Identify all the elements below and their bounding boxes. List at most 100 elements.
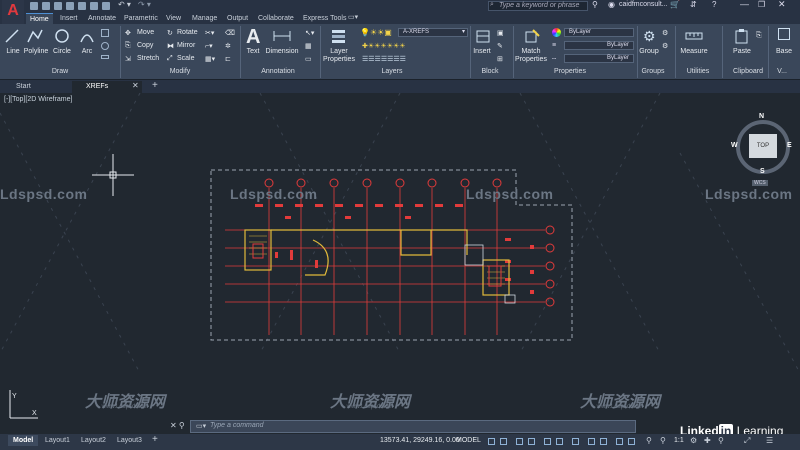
line-icon[interactable]: [4, 28, 20, 44]
create-block-icon[interactable]: ▣: [497, 29, 504, 37]
ortho-icon[interactable]: [516, 438, 523, 445]
block-panel-label[interactable]: Block: [475, 68, 505, 78]
user-icon[interactable]: ◉: [608, 0, 615, 9]
annotation-visibility-icon[interactable]: ⚲: [660, 436, 666, 445]
table-icon[interactable]: ▦: [305, 42, 312, 50]
view-panel-label[interactable]: V...: [772, 68, 792, 78]
redo-icon[interactable]: ↷ ▾: [138, 0, 151, 9]
insert-label[interactable]: Insert: [470, 48, 494, 55]
leader-icon[interactable]: ↖▾: [305, 29, 314, 37]
properties-panel-label[interactable]: Properties: [550, 68, 590, 78]
units-icon[interactable]: ⚲: [718, 436, 724, 445]
close-icon[interactable]: ✕: [778, 0, 786, 10]
array-icon[interactable]: ▦▾: [205, 55, 215, 63]
group-label[interactable]: Group: [637, 48, 661, 55]
measure-label[interactable]: Measure: [678, 48, 710, 55]
edit-block-icon[interactable]: ✎: [497, 42, 503, 50]
cart-icon[interactable]: 🛒: [670, 0, 680, 9]
layer-state-icons[interactable]: 💡☀☀▣: [360, 28, 392, 37]
viewcube-north[interactable]: N: [759, 113, 764, 120]
offset-icon[interactable]: ⊏: [225, 55, 231, 63]
color-dropdown[interactable]: ByLayer: [564, 28, 634, 37]
open-icon[interactable]: [42, 2, 50, 10]
clipboard-panel-label[interactable]: Clipboard: [728, 68, 768, 78]
layer-tools-row2[interactable]: ☰☰☰☰☰☰☰: [362, 55, 406, 63]
coordinates-readout[interactable]: 13573.41, 29249.16, 0.00: [380, 437, 460, 444]
help-icon[interactable]: ?: [712, 0, 716, 9]
match-properties-icon[interactable]: [523, 28, 541, 44]
layout-tab-layout3[interactable]: Layout3: [112, 435, 147, 446]
color-icon[interactable]: [552, 28, 561, 37]
polyline-icon[interactable]: [27, 28, 43, 44]
selection-cycle-icon[interactable]: [616, 438, 623, 445]
layers-panel-label[interactable]: Layers: [372, 68, 412, 78]
layout-tab-layout1[interactable]: Layout1: [40, 435, 75, 446]
command-input[interactable]: Type a command: [210, 422, 264, 429]
share-icon[interactable]: ⇵: [690, 0, 697, 9]
binoculars-icon[interactable]: ⚲: [592, 0, 598, 9]
tab-output[interactable]: Output: [223, 13, 252, 24]
fillet-icon[interactable]: ⌐▾: [205, 42, 213, 50]
group-edit-icon[interactable]: ⚙: [662, 42, 668, 50]
stretch-tool[interactable]: Stretch: [137, 55, 159, 62]
dynamic-ucs-icon[interactable]: [628, 438, 635, 445]
wcs-menu[interactable]: WCS: [752, 180, 768, 186]
app-logo[interactable]: A: [2, 0, 24, 24]
new-tab-icon[interactable]: +: [152, 80, 158, 91]
annotation-scale-value[interactable]: 1:1: [674, 437, 684, 444]
insert-block-icon[interactable]: [474, 28, 492, 44]
grid-icon[interactable]: [488, 438, 495, 445]
tab-home[interactable]: Home: [26, 13, 53, 24]
viewcube-top-face[interactable]: TOP: [749, 134, 777, 158]
circle-tool-label[interactable]: Circle: [51, 48, 73, 55]
cloud-icon[interactable]: [90, 2, 98, 10]
circle-icon[interactable]: [54, 28, 70, 44]
copy-clip-icon[interactable]: ⎘: [756, 32, 762, 40]
mirror-tool[interactable]: Mirror: [177, 42, 195, 49]
copy-tool[interactable]: Copy: [137, 42, 153, 49]
plot-icon[interactable]: [102, 2, 110, 10]
undo-icon[interactable]: ↶ ▾: [118, 0, 131, 9]
layer-dropdown[interactable]: A-XREFS: [398, 28, 468, 37]
markup-icon[interactable]: ▭: [305, 55, 312, 63]
tab-express-tools[interactable]: Express Tools: [299, 13, 350, 24]
viewcube-west[interactable]: W: [731, 142, 738, 149]
web-save-icon[interactable]: [78, 2, 86, 10]
tab-parametric[interactable]: Parametric: [120, 13, 162, 24]
add-layout-icon[interactable]: +: [152, 434, 158, 445]
attribute-icon[interactable]: ⊞: [497, 55, 503, 63]
search-input[interactable]: Type a keyword or phrase: [488, 1, 588, 11]
snap-icon[interactable]: [500, 438, 507, 445]
layout-tab-layout2[interactable]: Layout2: [76, 435, 111, 446]
viewcube-south[interactable]: S: [760, 168, 765, 175]
ribbon-options-icon[interactable]: ▭▾: [348, 13, 358, 21]
minimize-icon[interactable]: —: [740, 0, 749, 9]
text-tool-label[interactable]: Text: [243, 48, 263, 55]
annotation-scale-icon[interactable]: ⚲: [646, 436, 652, 445]
move-tool[interactable]: Move: [137, 29, 154, 36]
paste-label[interactable]: Paste: [730, 48, 754, 55]
base-label[interactable]: Base: [772, 48, 796, 55]
paste-icon[interactable]: [735, 28, 749, 44]
rectangle-icon[interactable]: [101, 29, 109, 37]
layout-tab-model[interactable]: Model: [8, 435, 39, 446]
lineweight-toggle-icon[interactable]: [588, 438, 595, 445]
tab-view[interactable]: View: [162, 13, 185, 24]
arc-icon[interactable]: [79, 28, 95, 44]
dimension-icon[interactable]: [272, 28, 292, 44]
base-view-icon[interactable]: [778, 28, 790, 40]
workspace-gear-icon[interactable]: ⚙: [690, 436, 697, 445]
transparency-icon[interactable]: [600, 438, 607, 445]
groups-panel-label[interactable]: Groups: [638, 68, 668, 78]
layer-properties-label[interactable]: Layer Properties: [322, 48, 356, 64]
user-name[interactable]: caidfmconsult...: [619, 1, 668, 8]
trim-icon[interactable]: ✂▾: [205, 29, 214, 37]
annotation-monitor-icon[interactable]: ✚: [704, 436, 711, 445]
draw-panel-label[interactable]: Draw: [40, 68, 80, 78]
explode-icon[interactable]: ✲: [225, 42, 231, 50]
fullscreen-icon[interactable]: ⤢: [744, 436, 750, 446]
file-tab-start[interactable]: Start: [2, 81, 72, 93]
osnap-icon[interactable]: [572, 438, 579, 445]
tab-insert[interactable]: Insert: [56, 13, 82, 24]
utilities-panel-label[interactable]: Utilities: [678, 68, 718, 78]
